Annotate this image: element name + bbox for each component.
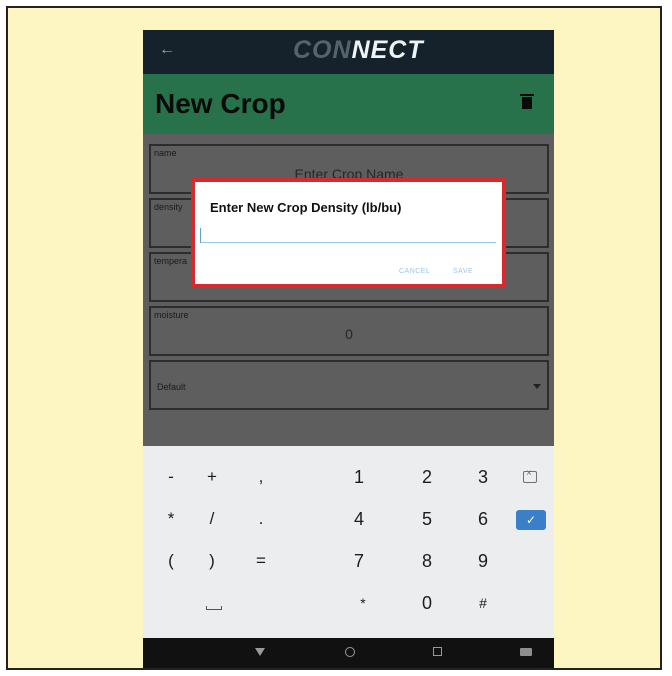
key-1[interactable]: 1 <box>337 462 381 492</box>
android-nav-bar <box>143 638 554 668</box>
key-hash[interactable]: # <box>461 588 505 618</box>
trash-icon[interactable] <box>520 94 534 109</box>
trash-lid <box>520 94 534 96</box>
numeric-keyboard: - + , 1 2 3 * / . 4 5 6 ✓ ( ) = 7 8 9 * … <box>143 446 554 638</box>
backspace-icon[interactable] <box>523 468 537 483</box>
nav-home-icon[interactable] <box>345 647 355 657</box>
back-arrow-icon[interactable]: ← <box>159 41 175 59</box>
moisture-field[interactable]: moisture 0 <box>149 306 549 356</box>
density-dialog: Enter New Crop Density (lb/bu) CANCEL SA… <box>191 178 506 288</box>
name-field-label: name <box>154 148 177 158</box>
key-comma[interactable]: , <box>239 462 283 492</box>
key-minus[interactable]: - <box>149 462 193 492</box>
key-equals[interactable]: = <box>239 546 283 576</box>
key-3[interactable]: 3 <box>461 462 505 492</box>
key-period[interactable]: . <box>239 504 283 534</box>
key-7[interactable]: 7 <box>337 546 381 576</box>
dropdown-arrow-icon <box>533 384 541 389</box>
key-asterisk[interactable]: * <box>149 504 193 534</box>
key-plus[interactable]: + <box>190 462 234 492</box>
key-5[interactable]: 5 <box>405 504 449 534</box>
tablet-screen: ← CONNECT New Crop name Enter Crop Name … <box>143 30 554 668</box>
key-star[interactable]: * <box>341 588 385 618</box>
default-dropdown-label: Default <box>157 382 186 392</box>
key-8[interactable]: 8 <box>405 546 449 576</box>
nav-recents-icon[interactable] <box>433 647 442 656</box>
cancel-button[interactable]: CANCEL <box>399 268 430 275</box>
temperature-field-label: tempera <box>154 256 188 266</box>
key-left-paren[interactable]: ( <box>149 546 193 576</box>
space-key-icon[interactable] <box>206 606 222 610</box>
key-2[interactable]: 2 <box>405 462 449 492</box>
nav-back-icon[interactable] <box>255 648 265 656</box>
dialog-title: Enter New Crop Density (lb/bu) <box>210 200 402 215</box>
key-9[interactable]: 9 <box>461 546 505 576</box>
page-header: New Crop <box>143 74 554 134</box>
app-logo: CONNECT <box>293 36 424 65</box>
logo-part2: NECT <box>351 36 424 64</box>
key-4[interactable]: 4 <box>337 504 381 534</box>
moisture-field-value: 0 <box>345 326 353 342</box>
key-right-paren[interactable]: ) <box>190 546 234 576</box>
key-slash[interactable]: / <box>190 504 234 534</box>
key-6[interactable]: 6 <box>461 504 505 534</box>
enter-check-key[interactable]: ✓ <box>516 510 546 530</box>
density-input[interactable] <box>201 242 496 243</box>
density-field-label: density <box>154 202 183 212</box>
default-dropdown[interactable]: Default <box>149 360 549 410</box>
logo-part1: CON <box>293 36 352 64</box>
key-0[interactable]: 0 <box>405 588 449 618</box>
figure-frame: ← CONNECT New Crop name Enter Crop Name … <box>6 6 662 670</box>
keyboard-switch-icon[interactable] <box>520 648 532 656</box>
input-caret <box>200 228 201 243</box>
trash-body <box>522 97 532 109</box>
page-title: New Crop <box>155 88 286 119</box>
save-button[interactable]: SAVE <box>453 268 473 275</box>
app-top-bar: ← CONNECT <box>143 30 554 74</box>
moisture-field-label: moisture <box>154 310 189 320</box>
